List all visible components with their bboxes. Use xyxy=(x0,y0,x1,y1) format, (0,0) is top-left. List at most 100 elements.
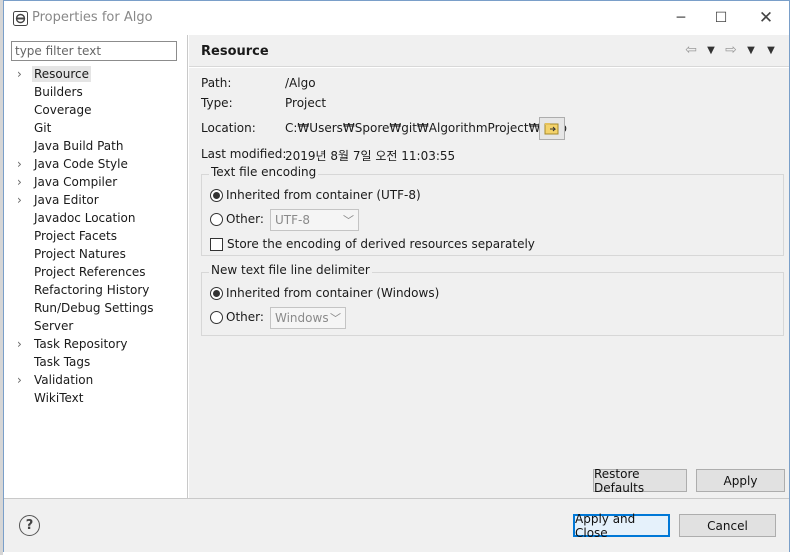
tree-item[interactable]: › Resource xyxy=(4,65,188,83)
encoding-inherited-radio[interactable] xyxy=(210,188,223,202)
back-dropdown-icon[interactable]: ▼ xyxy=(703,42,719,58)
chevron-right-icon[interactable]: › xyxy=(17,157,27,171)
tree-item-label: Git xyxy=(34,121,52,135)
close-button[interactable]: ✕ xyxy=(754,7,778,29)
tree-item-label: Project Natures xyxy=(34,247,126,261)
tree-item-label: Validation xyxy=(34,373,94,387)
minimize-icon: ─ xyxy=(676,10,686,26)
eclipse-icon xyxy=(13,11,28,26)
chevron-right-icon[interactable]: › xyxy=(17,67,27,81)
tree-item[interactable]: Builders xyxy=(4,83,188,101)
tree-item[interactable]: Git xyxy=(4,119,188,137)
tree-item[interactable]: › Java Editor xyxy=(4,191,188,209)
help-icon[interactable]: ? xyxy=(19,515,40,536)
tree-item-label: Server xyxy=(34,319,74,333)
forward-dropdown-icon[interactable]: ▼ xyxy=(743,42,759,58)
chevron-right-icon[interactable]: › xyxy=(17,337,27,351)
tree-item-label: Task Tags xyxy=(34,355,91,369)
chevron-down-icon: ﹀ xyxy=(343,214,354,227)
tree-item[interactable]: Javadoc Location xyxy=(4,209,188,227)
resource-page: Path: /Algo Type: Project Location: C:₩U… xyxy=(189,68,789,498)
delimiter-inherited-label: Inherited from container (Windows) xyxy=(226,286,440,300)
chevron-right-icon[interactable]: › xyxy=(17,175,27,189)
minimize-button[interactable]: ─ xyxy=(669,7,693,29)
tree-item[interactable]: WikiText xyxy=(4,389,188,407)
tree-item-label: Project Facets xyxy=(34,229,117,243)
type-value: Project xyxy=(285,96,327,110)
forward-icon[interactable]: ⇨ xyxy=(723,42,739,58)
path-value: /Algo xyxy=(285,76,316,90)
tree-item[interactable]: Java Build Path xyxy=(4,137,188,155)
maximize-icon: ☐ xyxy=(714,10,728,26)
type-label: Type: xyxy=(201,96,233,110)
tree-item[interactable]: › Task Repository xyxy=(4,335,188,353)
maximize-button[interactable]: ☐ xyxy=(709,7,733,29)
path-label: Path: xyxy=(201,76,232,90)
tree-item[interactable]: Task Tags xyxy=(4,353,188,371)
tree-item[interactable]: Project Facets xyxy=(4,227,188,245)
modified-label: Last modified: xyxy=(201,147,287,161)
encoding-other-radio[interactable] xyxy=(210,212,223,226)
tree-item[interactable]: Server xyxy=(4,317,188,335)
store-encoding-label: Store the encoding of derived resources … xyxy=(227,237,535,251)
delimiter-other-label: Other: xyxy=(226,310,264,324)
delimiter-other-option[interactable]: Other: xyxy=(210,310,264,324)
delimiter-other-radio[interactable] xyxy=(210,310,223,324)
view-menu-icon[interactable]: ▼ xyxy=(763,42,779,58)
properties-dialog: Properties for Algo ─ ☐ ✕ › Resource Build… xyxy=(3,0,790,552)
tree-item[interactable]: Project References xyxy=(4,263,188,281)
encoding-select-value: UTF-8 xyxy=(275,213,310,227)
tree-item[interactable]: Project Natures xyxy=(4,245,188,263)
apply-button[interactable]: Apply xyxy=(696,469,785,492)
delimiter-select-value: Windows xyxy=(275,311,329,325)
encoding-inherited-option[interactable]: Inherited from container (UTF-8) xyxy=(210,188,421,202)
tree-item-label: Javadoc Location xyxy=(34,211,136,225)
tree-item-label: Java Compiler xyxy=(34,175,118,189)
encoding-other-label: Other: xyxy=(226,212,264,226)
page-nav: ⇦ ▼ ⇨ ▼ ▼ xyxy=(683,42,779,58)
tree-item-label: Java Code Style xyxy=(34,157,128,171)
tree-item[interactable]: › Java Code Style xyxy=(4,155,188,173)
delimiter-inherited-radio[interactable] xyxy=(210,286,223,300)
tree-item-label: Refactoring History xyxy=(34,283,150,297)
store-encoding-option[interactable]: Store the encoding of derived resources … xyxy=(210,237,535,251)
apply-and-close-button[interactable]: Apply and Close xyxy=(573,512,670,540)
tree-item[interactable]: › Validation xyxy=(4,371,188,389)
close-icon: ✕ xyxy=(758,8,774,28)
left-panel: › Resource Builders Coverage Git Java Build P… xyxy=(4,35,188,498)
delimiter-inherited-option[interactable]: Inherited from container (Windows) xyxy=(210,286,439,300)
tree-item-label: Builders xyxy=(34,85,83,99)
location-value: C:₩Users₩Spore₩git₩AlgorithmProject₩Algo xyxy=(285,121,567,135)
tree-item-label: Task Repository xyxy=(34,337,128,351)
tree-item[interactable]: Run/Debug Settings xyxy=(4,299,188,317)
chevron-right-icon[interactable]: › xyxy=(17,193,27,207)
window-title: Properties for Algo xyxy=(32,10,153,25)
tree-item[interactable]: › Java Compiler xyxy=(4,173,188,191)
chevron-down-icon: ﹀ xyxy=(330,312,341,325)
tree-item-label: Run/Debug Settings xyxy=(34,301,154,315)
location-label: Location: xyxy=(201,121,256,135)
show-in-explorer-button[interactable] xyxy=(539,117,565,140)
page-header: Resource ⇦ ▼ ⇨ ▼ ▼ xyxy=(189,35,789,67)
back-icon[interactable]: ⇦ xyxy=(683,42,699,58)
restore-defaults-button[interactable]: Restore Defaults xyxy=(593,467,687,495)
store-encoding-checkbox[interactable] xyxy=(210,237,223,251)
encoding-select[interactable]: UTF-8 ﹀ xyxy=(270,209,359,231)
page-title: Resource xyxy=(201,44,269,59)
tree-item[interactable]: Refactoring History xyxy=(4,281,188,299)
encoding-inherited-label: Inherited from container (UTF-8) xyxy=(226,188,421,202)
tree-item[interactable]: Coverage xyxy=(4,101,188,119)
encoding-other-option[interactable]: Other: xyxy=(210,212,264,226)
tree-item-label: Project References xyxy=(34,265,146,279)
line-delimiter-group-title: New text file line delimiter xyxy=(209,263,372,277)
chevron-right-icon[interactable]: › xyxy=(17,373,27,387)
encoding-group-title: Text file encoding xyxy=(209,165,319,179)
line-delimiter-group: New text file line delimiter Inherited f… xyxy=(201,263,784,336)
dialog-footer: ? Apply and Close Cancel xyxy=(4,498,789,552)
tree-item-label: Java Editor xyxy=(34,193,99,207)
delimiter-select[interactable]: Windows ﹀ xyxy=(270,307,346,329)
tree-item-label: Java Build Path xyxy=(34,139,124,153)
cancel-button[interactable]: Cancel xyxy=(679,514,776,537)
filter-input[interactable] xyxy=(11,41,177,61)
open-folder-icon xyxy=(544,122,559,134)
